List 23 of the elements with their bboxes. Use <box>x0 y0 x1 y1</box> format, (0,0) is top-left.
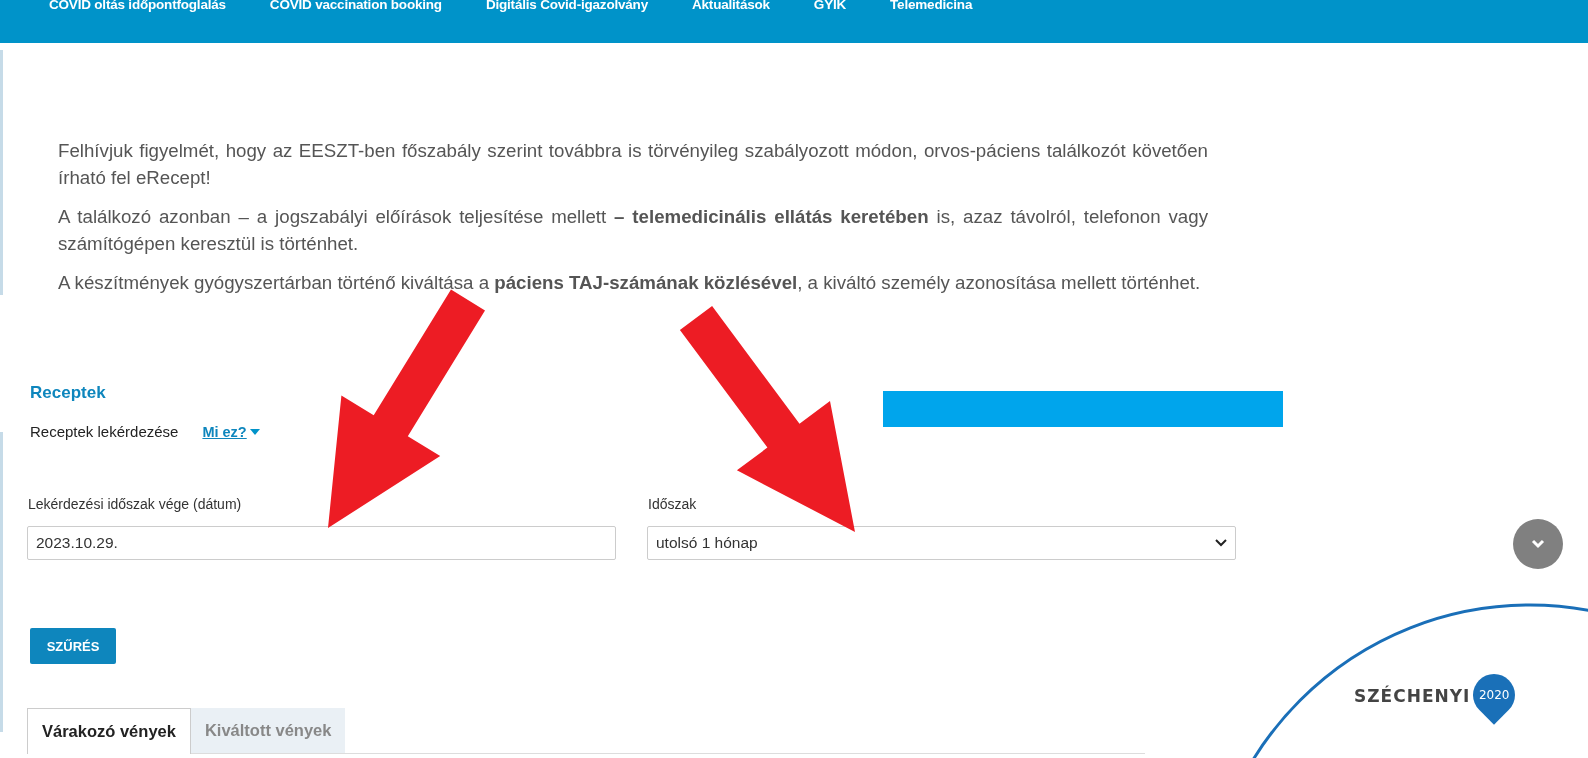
field-label: Lekérdezési időszak vége (dátum) <box>28 496 243 512</box>
filter-button[interactable]: SZŰRÉS <box>30 628 116 664</box>
section-title: Receptek <box>30 383 107 403</box>
scroll-down-button[interactable] <box>1513 519 1563 569</box>
tab[interactable]: Kiváltott vények <box>190 708 346 754</box>
nav-link[interactable]: Digitális Covid-igazolvány <box>485 0 648 12</box>
help-link[interactable]: Mi ez? <box>202 423 260 440</box>
nav-link[interactable]: GYIK <box>813 0 847 12</box>
date-input-field[interactable]: 2023.10.29. <box>27 526 616 560</box>
nav-link[interactable]: Aktualitások <box>692 0 770 12</box>
notice-paragraph: Felhívjuk figyelmét, hogy az EESZT-ben főszabály szerint továbbra is törvényileg szabályozott módon, orvos-páciens találkozót követően írható fel eRecept! <box>58 139 1208 190</box>
nav-link[interactable]: COVID oltás időpontfoglalás <box>49 0 226 12</box>
nav-link[interactable]: Telemedicina <box>890 0 973 12</box>
caret-icon <box>249 428 260 435</box>
nav-link[interactable]: COVID vaccination booking <box>269 0 442 12</box>
tab[interactable]: Várakozó vények <box>27 708 191 754</box>
chevron-down-icon <box>1531 539 1545 549</box>
period-dropdown[interactable]: utolsó 1 hónap <box>647 526 1236 560</box>
notice-paragraph: A találkozó azonban – a jogszabályi előírások teljesítése mellett – telemedicinális ellátás keretében is, azaz távolról, telefonon vagy számítógépen keresztül is történhet. <box>58 205 1208 256</box>
chevron-down-icon <box>1215 539 1227 547</box>
query-label: Receptek lekérdezése <box>30 423 179 440</box>
notice-paragraph: A készítmények gyógyszertárban történő kiváltása a páciens TAJ-számának közlésével, a kiváltó személy azonosítása mellett történhet. <box>58 271 1202 295</box>
field-label: Időszak <box>648 496 698 512</box>
